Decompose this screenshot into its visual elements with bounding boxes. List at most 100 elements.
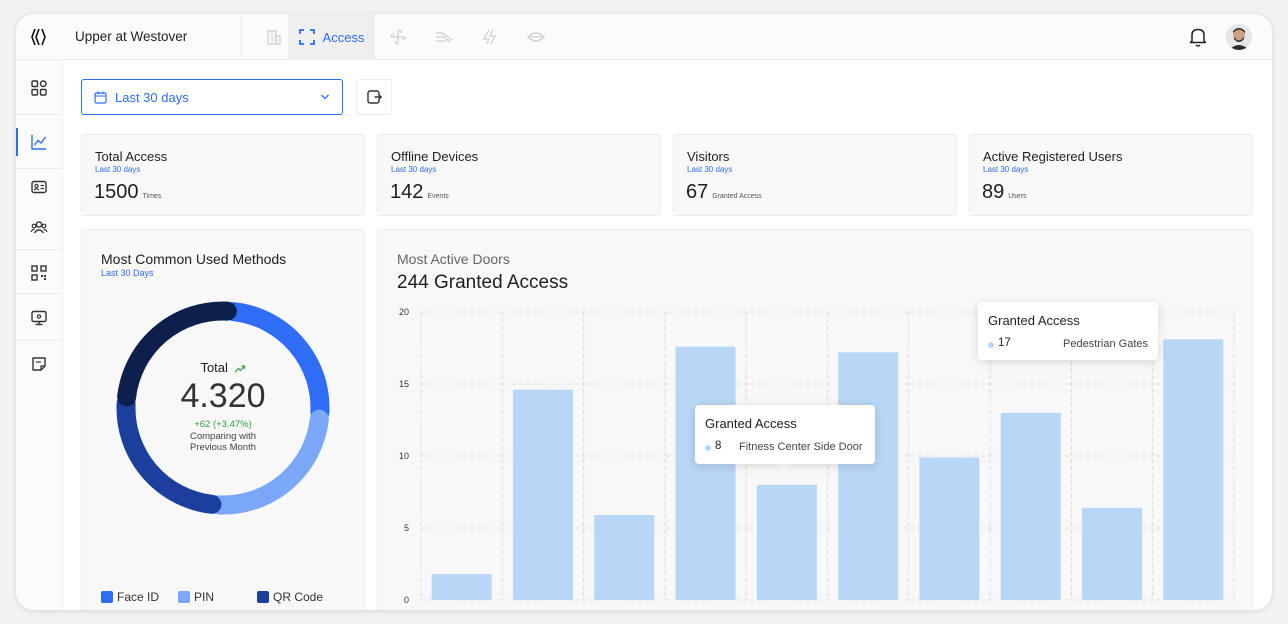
tab-view[interactable]	[514, 14, 558, 60]
sidebar-separator	[16, 293, 62, 294]
export-icon	[367, 90, 382, 104]
sidebar-separator	[16, 340, 62, 341]
tooltip-door: Pedestrian Gates	[1063, 338, 1148, 350]
doors-title: 244 Granted Access	[397, 272, 569, 293]
legend-swatch	[178, 591, 190, 603]
methods-title: Most Common Used Methods	[101, 251, 287, 267]
donut-comparison-line2: Previous Month	[189, 442, 256, 453]
stat-value: 89	[982, 181, 1005, 203]
sidebar-separator	[16, 249, 62, 250]
tooltip-title: Granted Access	[988, 313, 1080, 328]
doors-subtitle: Most Active Doors	[397, 251, 510, 267]
monitor-icon	[31, 310, 47, 326]
bar[interactable]	[838, 352, 899, 600]
bar[interactable]	[756, 484, 817, 600]
stat-title: Offline Devices	[391, 149, 479, 164]
user-avatar[interactable]	[1226, 24, 1252, 50]
users-icon	[30, 221, 48, 234]
tooltip-title: Granted Access	[705, 416, 797, 431]
methods-period: Last 30 Days	[101, 268, 154, 278]
stat-value: 1500	[94, 181, 139, 203]
trend-up-icon	[234, 364, 245, 372]
bell-icon[interactable]	[1188, 26, 1208, 48]
stat-card-active-users: Active Registered Users Last 30 days 89 U…	[969, 134, 1253, 216]
bar[interactable]	[431, 574, 492, 600]
stat-unit: Times	[142, 193, 162, 200]
tab-wind[interactable]	[422, 14, 466, 60]
stat-period: Last 30 days	[687, 165, 733, 174]
y-tick-label: 20	[399, 307, 409, 317]
date-range-select[interactable]: Last 30 days	[81, 79, 343, 115]
bar[interactable]	[919, 457, 980, 600]
legend-qr-code[interactable]: QR Code	[257, 590, 323, 604]
tooltip-pedestrian-gates: Granted Access 17 Pedestrian Gates	[978, 302, 1158, 360]
dashboard-grid-icon	[31, 80, 47, 96]
bar[interactable]	[1163, 339, 1224, 600]
site-name[interactable]: Upper at Westover	[75, 29, 187, 44]
donut-comparison-line1: Comparing with	[190, 431, 256, 442]
bar[interactable]	[675, 346, 736, 600]
sidebar	[16, 60, 63, 610]
legend-swatch	[101, 591, 113, 603]
legend-label: Face ID	[117, 590, 160, 604]
app-window: Upper at Westover Access Last 30 days To…	[16, 14, 1272, 610]
doors-card: Most Active Doors 244 Granted Access 0 5 1…	[377, 229, 1253, 610]
stat-unit: Granted Access	[712, 193, 762, 200]
tab-power[interactable]	[468, 14, 512, 60]
tab-fan[interactable]	[376, 14, 420, 60]
sidebar-item-id-cards[interactable]	[16, 167, 62, 207]
qr-code-icon	[31, 265, 47, 281]
tab-access-label: Access	[322, 29, 365, 45]
stat-period: Last 30 days	[391, 165, 437, 174]
legend-label: QR Code	[273, 590, 324, 604]
analytics-chart-icon	[31, 135, 47, 150]
stat-value: 67	[686, 181, 709, 203]
tooltip-fitness-door: Granted Access 8 Fitness Center Side Doo…	[695, 405, 875, 464]
building-icon	[267, 30, 281, 45]
legend-face-id[interactable]: Face ID	[101, 590, 159, 604]
note-icon	[32, 357, 46, 371]
tooltip-dot	[988, 342, 994, 348]
y-tick-label: 10	[399, 451, 409, 461]
bar[interactable]	[512, 389, 573, 600]
stat-value: 142	[390, 181, 424, 203]
tooltip-door: Fitness Center Side Door	[739, 441, 863, 453]
export-button[interactable]	[356, 79, 392, 115]
stat-card-total-access: Total Access Last 30 days 1500 Times	[81, 134, 365, 216]
stat-title: Total Access	[95, 149, 168, 164]
avatar-portrait-icon	[1226, 24, 1252, 50]
tooltip-value: 17	[998, 337, 1011, 349]
bar[interactable]	[594, 515, 655, 600]
sidebar-item-notes[interactable]	[16, 344, 62, 384]
stat-period: Last 30 days	[983, 165, 1029, 174]
bar[interactable]	[1000, 412, 1061, 600]
y-tick-label: 5	[404, 523, 409, 533]
legend-pin[interactable]: PIN	[178, 590, 214, 604]
stat-unit: Events	[427, 193, 449, 200]
donut-change: +62 (+3.47%)	[194, 419, 252, 430]
sidebar-separator	[16, 114, 62, 115]
y-tick-label: 0	[404, 595, 409, 605]
sidebar-item-qr[interactable]	[16, 253, 62, 293]
brand-logo-icon[interactable]	[28, 26, 50, 48]
sidebar-item-analytics[interactable]	[16, 122, 62, 162]
top-bar: Upper at Westover Access	[16, 14, 1272, 60]
stat-card-offline-devices: Offline Devices Last 30 days 142 Events	[377, 134, 661, 216]
tab-access[interactable]: Access	[288, 14, 375, 60]
sidebar-item-dashboard[interactable]	[16, 68, 62, 108]
fan-icon	[390, 29, 406, 45]
tooltip-caret	[776, 464, 792, 471]
bar[interactable]	[1082, 507, 1143, 600]
chevron-down-icon	[321, 94, 329, 100]
tooltip-value: 8	[715, 440, 722, 452]
legend-label: PIN	[194, 590, 215, 604]
donut-total-label: Total	[200, 360, 228, 375]
tooltip-dot	[705, 445, 711, 451]
sidebar-item-users[interactable]	[16, 207, 62, 247]
sidebar-item-monitor[interactable]	[16, 298, 62, 338]
wind-icon	[436, 32, 453, 43]
stat-period: Last 30 days	[95, 165, 141, 174]
bolt-icon	[482, 29, 497, 45]
eye-icon	[527, 32, 545, 42]
y-tick-label: 15	[399, 379, 409, 389]
